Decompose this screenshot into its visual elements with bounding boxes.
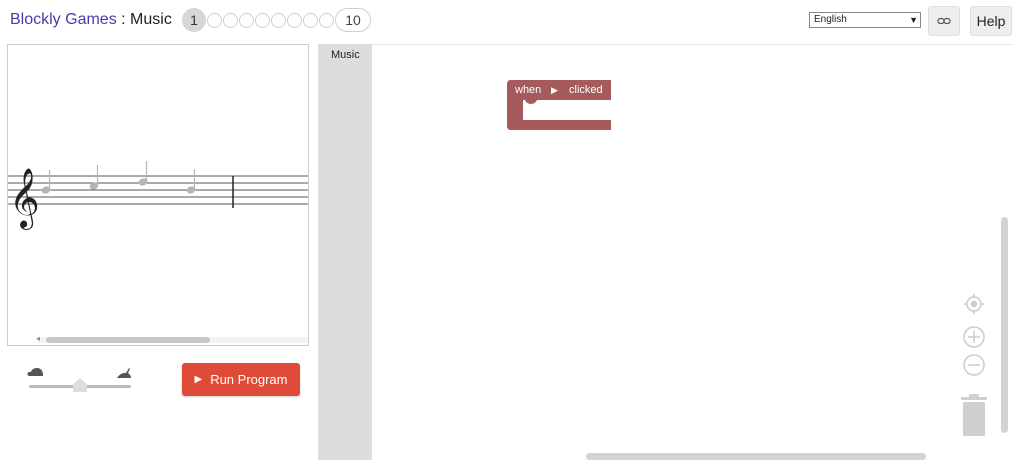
turtle-icon [27,368,43,376]
workspace-horizontal-scrollbar[interactable] [586,453,926,460]
block-clicked-label: clicked [569,84,603,96]
music-score: 𝄞 ◂ ▸ [7,44,309,346]
crosshair-icon[interactable] [964,294,984,314]
score-scrollbar[interactable]: ◂ ▸ [36,334,309,345]
note [186,169,196,194]
level-dot-2[interactable] [207,12,222,28]
workspace-vertical-scrollbar[interactable] [1001,217,1008,433]
level-dot-6[interactable] [271,12,286,28]
level-dot-8[interactable] [303,12,318,28]
level-selector: 1 10 [182,8,371,32]
app-title: Blockly Games : Music [10,10,172,30]
zoom-in-icon[interactable] [963,326,985,348]
title-separator: : [116,11,131,28]
scroll-right-icon[interactable]: ▸ [308,334,309,343]
scroll-left-icon[interactable]: ◂ [36,334,40,343]
when-clicked-block[interactable]: when ▶ clicked [507,80,613,130]
language-select[interactable]: English ▼ [809,12,921,28]
block-workspace[interactable]: when ▶ clicked [372,44,1012,460]
level-dot-9[interactable] [319,12,334,28]
language-value: English [814,14,847,25]
chevron-down-icon: ▼ [909,15,918,25]
staff-lines [8,175,308,205]
level-dot-5[interactable] [255,12,270,28]
treble-clef-icon: 𝄞 [9,168,40,230]
block-when-label: when [515,84,542,96]
note [138,161,148,186]
level-last[interactable]: 10 [335,8,371,32]
toolbox-category-music[interactable]: Music [331,49,360,61]
trash-icon[interactable] [961,394,987,436]
scroll-thumb[interactable] [46,337,210,343]
note [41,170,51,194]
speed-slider[interactable] [27,366,133,396]
level-current[interactable]: 1 [182,8,206,32]
run-program-button[interactable]: ▶ Run Program [182,363,300,396]
level-dot-4[interactable] [239,12,254,28]
rabbit-icon [117,368,131,378]
zoom-out-icon[interactable] [963,354,985,376]
run-program-label: Run Program [210,372,288,387]
link-icon [937,17,951,25]
staff-canvas: 𝄞 [8,161,308,230]
play-icon: ▶ [194,374,203,385]
play-icon: ▶ [551,85,558,95]
link-button[interactable] [928,6,960,36]
workspace-controls [960,291,990,446]
game-name: Music [130,11,172,28]
zoom-controls [961,294,987,436]
level-dot-3[interactable] [223,12,238,28]
note [89,165,99,190]
ghost-notes [41,161,196,194]
help-button[interactable]: Help [970,6,1012,36]
brand-link[interactable]: Blockly Games [10,11,117,28]
slider-knob[interactable] [73,378,87,392]
level-dot-7[interactable] [287,12,302,28]
toolbox: Music [318,44,372,460]
